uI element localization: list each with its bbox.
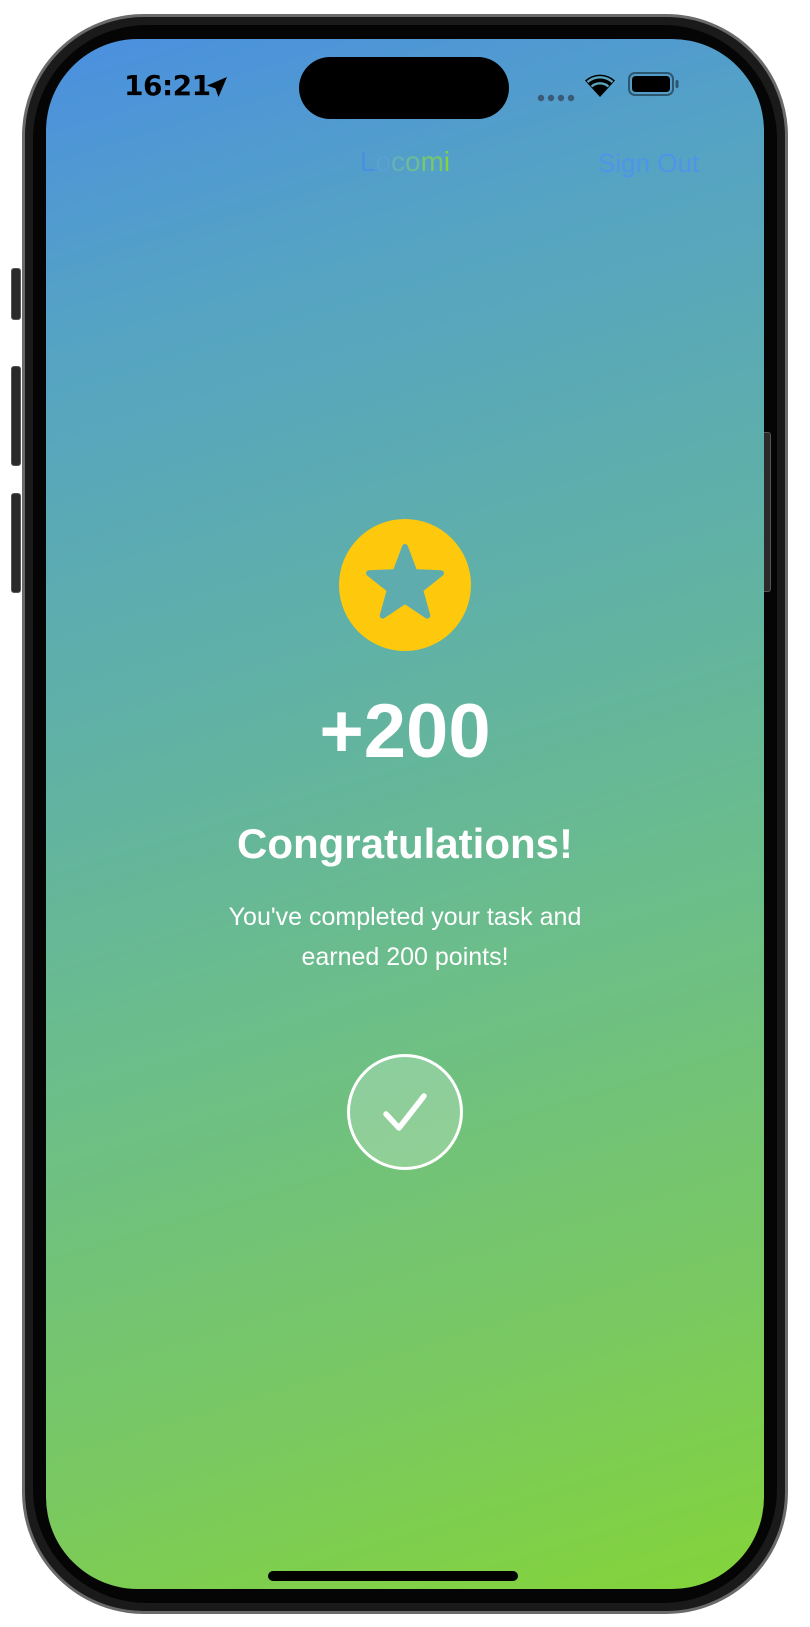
wifi-icon [584,71,616,97]
sign-out-button[interactable]: Sign Out [598,145,728,181]
dynamic-island [299,57,509,119]
star-icon [366,544,444,619]
task-complete-message: You've completed your task and earned 20… [228,903,582,971]
title-letter: m [420,146,444,177]
action-button [11,268,21,320]
points-badge [339,519,471,651]
title-letter: o [405,146,421,177]
title-letter: L [359,146,376,177]
checkmark-icon [383,1093,427,1131]
volume-up-button [11,366,21,466]
status-time: 16:21 [124,69,211,102]
home-indicator[interactable] [268,1571,518,1581]
title-letter: o [375,146,391,177]
app-screen: 16:21 Locomi Sign Out +200 Congratulatio… [46,39,764,1589]
battery-icon [628,72,680,96]
status-bar: 16:21 [46,39,764,139]
volume-down-button [11,493,21,593]
done-checkmark-button[interactable] [347,1054,463,1170]
congratulations-heading: Congratulations! [237,820,573,867]
location-arrow-icon [205,75,229,99]
points-earned: +200 [319,689,491,774]
navigation-bar: Locomi Sign Out [46,139,764,187]
title-letter: i [443,146,451,177]
cellular-signal-icon [537,89,577,102]
title-letter: c [391,146,405,177]
